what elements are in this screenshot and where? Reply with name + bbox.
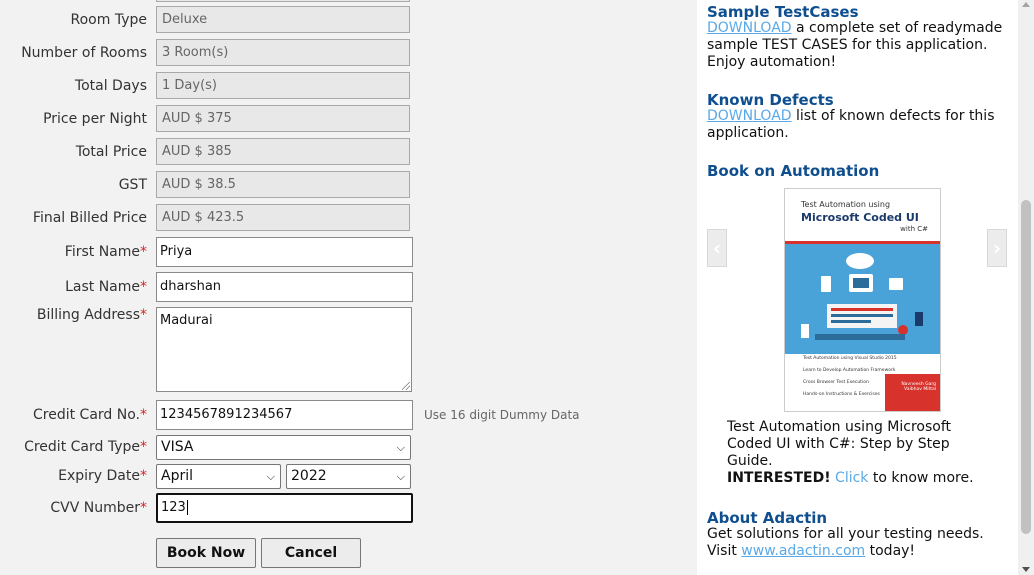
known-defects-title: Known Defects	[707, 91, 834, 109]
expiry-month-value: April	[161, 468, 193, 484]
book-on-automation-title: Book on Automation	[707, 162, 880, 180]
about-adactin-line1: Get solutions for all your testing needs…	[707, 526, 984, 542]
carousel-next-button[interactable]: ›	[987, 229, 1007, 267]
last-name-label: Last Name*	[65, 279, 147, 295]
expiry-month-select[interactable]: April ⌵	[156, 464, 281, 489]
about-adactin-title: About Adactin	[707, 509, 828, 527]
text-cursor	[186, 500, 188, 515]
scroll-down-arrow-icon[interactable]	[1022, 567, 1030, 572]
adactin-site-link[interactable]: www.adactin.com	[741, 543, 865, 559]
final-billed-price-field: AUD $ 423.5	[156, 204, 410, 231]
book-cover-item-1: Learn to Develop Automation Framework	[803, 368, 896, 373]
room-type-field: Deluxe	[156, 6, 410, 33]
billing-address-label-text: Billing Address	[36, 307, 140, 323]
cvv-number-input[interactable]: 123	[156, 493, 413, 523]
book-cover-header: Test Automation using Microsoft Coded UI…	[785, 189, 940, 244]
final-billed-price-label: Final Billed Price	[32, 210, 147, 226]
credit-card-type-value: VISA	[161, 439, 194, 455]
previous-field-partial	[156, 0, 410, 2]
chevron-left-icon: ‹	[712, 236, 722, 260]
book-cover-item-3: Hands-on Instructions & Exercises	[803, 392, 880, 397]
sample-testcases-text: DOWNLOAD a complete set of readymade sam…	[707, 20, 1007, 71]
credit-card-no-label-text: Credit Card No.	[33, 407, 140, 423]
first-name-input[interactable]: Priya	[156, 237, 413, 267]
today-text: today!	[865, 543, 916, 559]
first-name-label: First Name*	[65, 244, 147, 260]
sample-testcases-title: Sample TestCases	[707, 3, 859, 21]
chevron-down-icon: ⌵	[266, 470, 275, 483]
price-per-night-field: AUD $ 375	[156, 105, 410, 132]
required-marker: *	[140, 468, 147, 484]
total-days-field: 1 Day(s)	[156, 72, 410, 99]
room-type-label: Room Type	[70, 12, 147, 28]
book-now-button[interactable]: Book Now	[156, 538, 256, 568]
cvv-number-value: 123	[161, 500, 186, 515]
price-per-night-label: Price per Night	[43, 111, 147, 127]
credit-card-type-label-text: Credit Card Type	[24, 439, 140, 455]
number-of-rooms-field: 3 Room(s)	[156, 39, 410, 66]
carousel-prev-button[interactable]: ‹	[707, 229, 727, 267]
credit-card-type-label: Credit Card Type*	[24, 439, 147, 455]
booking-form: Room Type Deluxe Number of Rooms 3 Room(…	[0, 0, 697, 575]
chevron-down-icon: ⌵	[396, 470, 405, 483]
book-cover-line1: Test Automation using	[801, 200, 891, 209]
expiry-date-label-text: Expiry Date	[58, 468, 140, 484]
expiry-date-label: Expiry Date*	[58, 468, 147, 484]
required-marker: *	[140, 244, 147, 260]
chevron-down-icon: ⌵	[396, 441, 405, 454]
book-cover-item-0: Test Automation using Visual Studio 2015	[803, 356, 897, 361]
known-defects-text: DOWNLOAD list of known defects for this …	[707, 108, 1007, 142]
scroll-up-arrow-icon[interactable]	[1022, 2, 1030, 7]
chevron-right-icon: ›	[992, 236, 1002, 260]
credit-card-no-label: Credit Card No.*	[33, 407, 147, 423]
resize-handle-icon[interactable]	[402, 382, 410, 390]
cancel-button[interactable]: Cancel	[261, 538, 361, 568]
total-price-label: Total Price	[75, 144, 147, 160]
expiry-year-select[interactable]: 2022 ⌵	[286, 464, 411, 489]
visit-text: Visit	[707, 543, 742, 559]
last-name-input[interactable]: dharshan	[156, 272, 413, 302]
first-name-label-text: First Name	[64, 244, 140, 260]
required-marker: *	[140, 439, 147, 455]
interested-label: INTERESTED!	[727, 470, 831, 486]
total-price-field: AUD $ 385	[156, 138, 410, 165]
book-cover-authors: Navneesh Garg Vaibhav Mittal	[901, 382, 936, 392]
expiry-year-value: 2022	[291, 468, 327, 484]
credit-card-hint: Use 16 digit Dummy Data	[424, 408, 580, 422]
known-defects-download-link[interactable]: DOWNLOAD	[707, 108, 792, 124]
sample-testcases-download-link[interactable]: DOWNLOAD	[707, 20, 792, 36]
credit-card-type-select[interactable]: VISA ⌵	[156, 435, 411, 460]
billing-address-textarea[interactable]: Madurai	[156, 307, 412, 392]
click-link[interactable]: Click	[835, 470, 868, 486]
book-cover-red-band: Navneesh Garg Vaibhav Mittal	[885, 374, 940, 411]
book-illustration-graphic	[801, 253, 923, 340]
required-marker: *	[140, 500, 147, 516]
billing-address-label: Billing Address*	[37, 307, 147, 323]
billing-address-value: Madurai	[160, 313, 213, 328]
gst-label: GST	[118, 177, 147, 193]
vertical-scrollbar[interactable]	[1018, 0, 1034, 575]
book-cover-illustration	[785, 244, 940, 354]
book-cover-line2: Microsoft Coded UI	[801, 211, 919, 224]
cvv-number-label: CVV Number*	[50, 500, 147, 516]
total-days-label: Total Days	[74, 78, 147, 94]
about-adactin-line2: Visit www.adactin.com today!	[707, 543, 1007, 560]
book-cover-footer: Test Automation using Visual Studio 2015…	[785, 354, 940, 411]
credit-card-no-input[interactable]: 1234567891234567	[156, 400, 413, 430]
scrollbar-thumb[interactable]	[1021, 200, 1031, 534]
required-marker: *	[140, 307, 147, 323]
required-marker: *	[140, 407, 147, 423]
required-marker: *	[140, 279, 147, 295]
gst-field: AUD $ 38.5	[156, 171, 410, 198]
book-cover-item-2: Cross Browser Test Execution	[803, 380, 869, 385]
number-of-rooms-label: Number of Rooms	[21, 45, 147, 61]
know-more-text: to know more.	[868, 470, 974, 486]
cvv-number-label-text: CVV Number	[50, 500, 140, 516]
last-name-label-text: Last Name	[65, 279, 140, 295]
book-cover-line3: with C#	[900, 225, 928, 233]
book-interested-line: INTERESTED! Click to know more.	[727, 470, 987, 487]
book-description: Test Automation using Microsoft Coded UI…	[727, 419, 951, 469]
book-cover-image[interactable]: Test Automation using Microsoft Coded UI…	[784, 188, 941, 412]
sidebar: Sample TestCases DOWNLOAD a complete set…	[697, 0, 1018, 575]
